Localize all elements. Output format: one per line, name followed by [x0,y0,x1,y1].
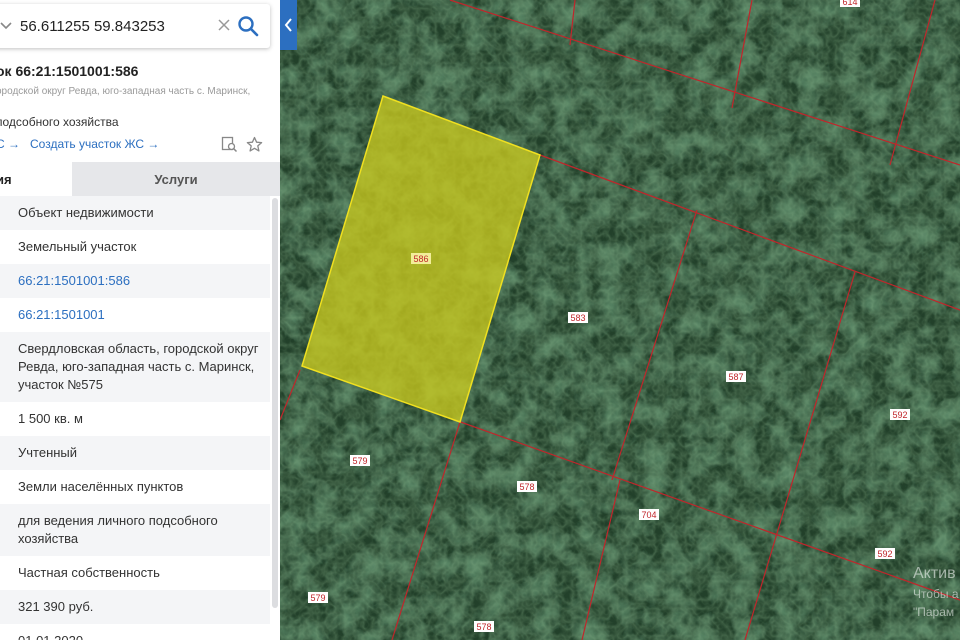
document-search-icon[interactable] [221,136,238,153]
action-link[interactable]: С → [0,137,20,151]
object-purpose: подсобного хозяйства [0,115,119,129]
watermark-title: Актив [913,565,956,582]
parcel-label-578[interactable]: 578 [474,621,494,632]
list-item: Земельный участок [18,239,137,254]
list-item: 321 390 руб. [0,590,270,624]
search-icon[interactable] [237,15,259,37]
panel-tabs: ия Услуги [0,162,280,196]
svg-text:704: 704 [641,510,656,520]
svg-text:592: 592 [892,410,907,420]
search-input[interactable] [20,14,200,38]
scrollbar-thumb[interactable] [272,198,278,608]
list-item: 01.01.2020 [0,624,270,640]
cadastral-quarter-link[interactable]: 66:21:1501001 [0,298,270,332]
svg-text:579: 579 [310,593,325,603]
chevron-down-icon[interactable] [0,17,14,33]
svg-text:587: 587 [728,372,743,382]
parcel-label-578[interactable]: 578 [517,481,537,492]
parcel-label-587[interactable]: 587 [726,371,746,382]
watermark-line: "Парам [913,605,955,619]
star-icon[interactable] [246,136,263,153]
parcel-label-583[interactable]: 583 [568,312,588,323]
svg-text:579: 579 [352,456,367,466]
parcel-label-579[interactable]: 579 [350,455,370,466]
svg-text:578: 578 [519,482,534,492]
list-item: Земли населённых пунктов [18,479,184,494]
collapse-panel-button[interactable] [280,0,297,50]
svg-text:583: 583 [570,313,585,323]
clear-icon[interactable] [216,17,232,33]
svg-text:614: 614 [842,0,857,7]
cadastral-number-link[interactable]: 66:21:1501001:586 [0,264,270,298]
list-item: для ведения личного подсобного хозяйства [0,504,270,556]
search-box [0,4,270,48]
list-item: Частная собственность [18,565,160,580]
tab-info-label: ия [0,172,12,187]
watermark-line: Чтобы а [913,587,959,601]
svg-text:578: 578 [476,622,491,632]
parcel-label-704[interactable]: 704 [639,509,659,520]
parcel-label-592[interactable]: 592 [890,409,910,420]
list-item: Свердловская область, городской округ Ре… [0,332,270,402]
chevron-left-icon [284,18,292,32]
svg-text:586: 586 [413,254,428,264]
info-panel: ок 66:21:1501001:586 ородской округ Ревд… [0,0,280,640]
object-title: ок 66:21:1501001:586 [0,63,139,79]
list-item: Учтенный [0,436,270,470]
parcel-label-579[interactable]: 579 [308,592,328,603]
object-address: ородской округ Ревда, юго-западная часть… [0,86,251,97]
activation-watermark: Актив Чтобы а "Парам [913,565,959,619]
parcel-label-614[interactable]: 614 [840,0,860,7]
parcel-label-592[interactable]: 592 [875,548,895,559]
list-item: Объект недвижимости [0,196,270,230]
parcel-label-586[interactable]: 586 [411,253,431,264]
list-item: 1 500 кв. м [18,411,83,426]
tab-services[interactable]: Услуги [72,162,280,196]
tab-info[interactable]: ия [0,162,72,196]
property-list: Объект недвижимости Земельный участок 66… [0,196,270,640]
svg-text:592: 592 [877,549,892,559]
create-plot-link[interactable]: Создать участок ЖС → [30,137,159,151]
